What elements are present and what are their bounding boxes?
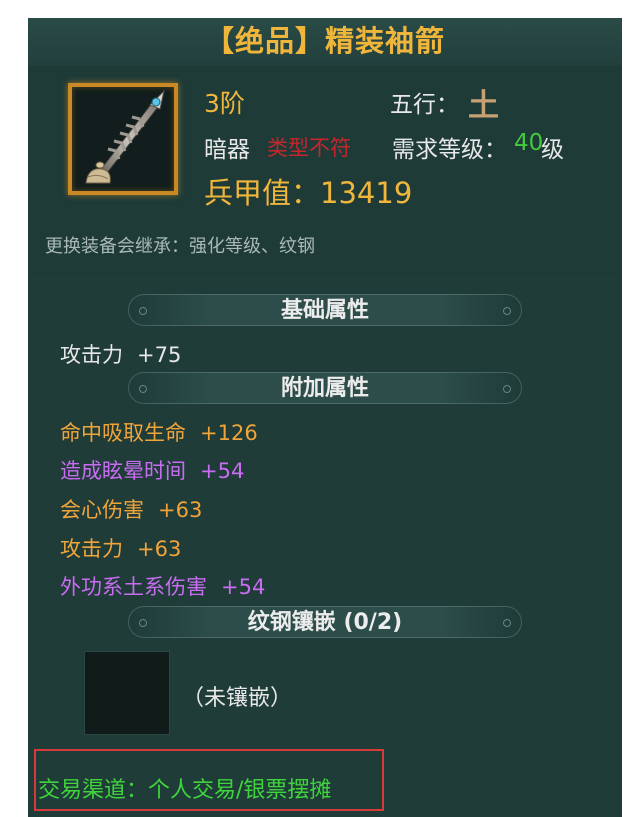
- attr-name: 攻击力: [60, 343, 123, 367]
- ornament-dot: [139, 307, 147, 315]
- item-icon-frame[interactable]: [68, 83, 178, 195]
- ornament-dot: [139, 619, 147, 627]
- attr-value: +54: [200, 459, 245, 483]
- type-mismatch-warning: 类型不符: [267, 136, 351, 160]
- trade-channel-text: 交易渠道：个人交易/银票摆摊: [38, 778, 332, 803]
- extra-attr-row: 会心伤害 +63: [60, 494, 202, 524]
- weapon-type: 暗器: [204, 137, 250, 163]
- extra-attr-row: 造成眩晕时间 +54: [60, 455, 244, 485]
- extra-attributes-header: 附加属性: [128, 372, 522, 404]
- item-summary: 3阶 五行： 土 暗器 类型不符 需求等级： 40 级 兵甲值：13419 更换…: [28, 66, 622, 276]
- item-name: 【绝品】精装袖箭: [204, 24, 445, 58]
- ornament-dot: [503, 307, 511, 315]
- attr-name: 命中吸取生命: [60, 421, 186, 445]
- item-tier: 3阶: [204, 89, 245, 118]
- attr-name: 会心伤害: [60, 498, 144, 522]
- sleeve-arrow-icon: [85, 89, 165, 184]
- extra-attr-row: 外功系土系伤害 +54: [60, 571, 265, 601]
- armor-power-value: 兵甲值：13419: [204, 170, 412, 212]
- element-label: 五行：: [390, 92, 459, 118]
- extra-attr-row: 命中吸取生命 +126: [60, 417, 258, 447]
- required-level-unit: 级: [541, 137, 564, 163]
- attr-value: +126: [200, 421, 258, 445]
- armor-power-number: 13419: [320, 176, 413, 210]
- attr-value: +54: [221, 575, 266, 599]
- attr-value: +63: [158, 498, 203, 522]
- basic-attr-row: 攻击力 +75: [60, 339, 181, 369]
- attr-value: +75: [137, 343, 182, 367]
- item-title-bar: 【绝品】精装袖箭: [28, 18, 622, 67]
- attr-name: 外功系土系伤害: [60, 575, 207, 599]
- extra-attr-row: 攻击力 +63: [60, 533, 181, 563]
- socket-header: 纹钢镶嵌 (0/2): [128, 606, 522, 638]
- extra-attributes-title: 附加属性: [280, 376, 369, 401]
- required-level-value: 40: [514, 130, 544, 156]
- socket-slot[interactable]: [84, 651, 170, 735]
- socket-title: 纹钢镶嵌 (0/2): [247, 610, 403, 635]
- attr-value: +63: [137, 537, 182, 561]
- basic-attributes-header: 基础属性: [128, 294, 522, 326]
- required-level-label: 需求等级：: [392, 137, 507, 163]
- ornament-dot: [503, 619, 511, 627]
- socket-empty-text: （未镶嵌）: [182, 686, 293, 711]
- attr-name: 造成眩晕时间: [60, 459, 186, 483]
- item-tooltip-panel: 【绝品】精装袖箭 3阶 五行： 土 暗器 类型不符 需求等级： 40 级 兵甲值…: [28, 18, 622, 817]
- ornament-dot: [139, 385, 147, 393]
- element-earth-glyph: 土: [468, 88, 499, 124]
- basic-attributes-title: 基础属性: [280, 298, 369, 323]
- armor-power-label: 兵甲值：: [204, 176, 321, 210]
- ornament-dot: [503, 385, 511, 393]
- inherit-note: 更换装备会继承：强化等级、纹钢: [45, 236, 315, 257]
- attr-name: 攻击力: [60, 537, 123, 561]
